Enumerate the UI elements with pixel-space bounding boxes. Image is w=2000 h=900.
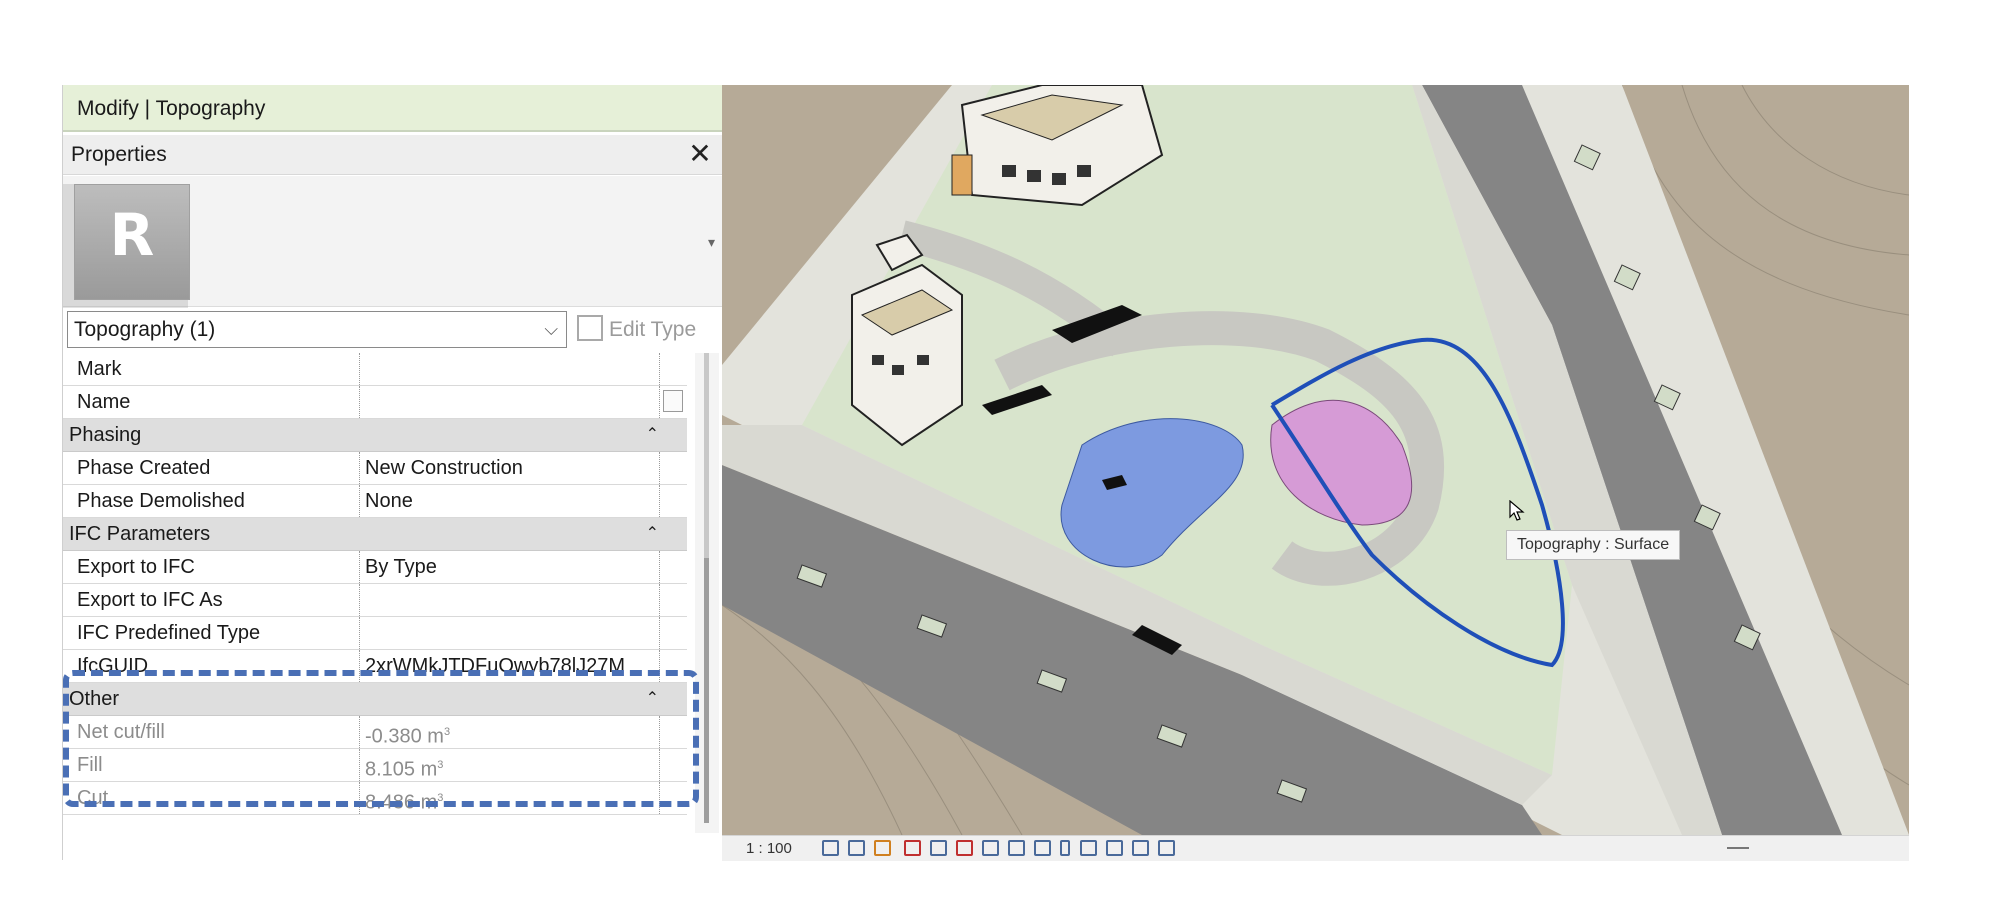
show-crop-region-icon[interactable] [982,840,999,856]
sun-path-icon[interactable] [874,840,891,856]
param-name: Name [77,391,131,413]
scrollbar[interactable] [695,353,719,833]
unit-exponent: 3 [437,792,444,804]
properties-title: Properties [71,143,167,166]
ribbon-context-title: Modify | Topography [63,85,723,132]
chevron-down-icon: ⌵ [544,319,558,339]
view-control-bar: 1 : 100 [722,835,1909,861]
edit-type-icon [577,315,603,342]
group-header-ifc[interactable]: IFC Parameters ⌃ [63,518,687,551]
table-row[interactable]: IfcGUID 2xrWMkJTDFuQwyb78lJ27M [63,650,687,683]
param-name: Export to IFC [77,556,195,578]
rendering-icon[interactable] [930,840,947,856]
3d-view-canvas[interactable]: Topography : Surface [722,85,1909,835]
reveal-constraints-icon[interactable] [1132,840,1149,856]
site-model-drawing [722,85,1909,835]
param-value: 8.105 m3 [365,749,443,786]
close-icon[interactable]: ✕ [685,139,715,169]
param-value[interactable]: By Type [365,551,437,583]
properties-panel: Modify | Topography Properties ✕ R ▾ Top… [62,85,724,860]
table-row[interactable]: Export to IFC By Type [63,551,687,584]
param-value[interactable]: New Construction [365,452,523,484]
worksharing-display-icon[interactable] [1158,840,1175,856]
edit-type-button[interactable]: Edit Type [577,311,723,348]
param-name: Phase Created [77,457,211,479]
table-row[interactable]: Export to IFC As [63,584,687,617]
group-title: IFC Parameters [69,523,211,545]
type-selector-dropdown[interactable]: Topography (1) ⌵ [67,311,567,348]
properties-table: Mark Name Phasing ⌃ Phase Created New Co… [63,353,687,815]
highlight-displacement-icon[interactable] [1106,840,1123,856]
reveal-hidden-icon[interactable] [1060,840,1070,856]
param-name: IfcGUID [77,655,149,677]
group-title: Phasing [69,424,142,446]
param-name: Cut [77,787,109,809]
chevron-down-icon[interactable]: ▾ [708,234,715,251]
table-row[interactable]: Phase Created New Construction [63,452,687,485]
table-row[interactable]: Phase Demolished None [63,485,687,518]
group-title: Other [69,688,120,710]
visual-style-icon[interactable] [848,840,865,856]
param-value[interactable]: None [365,485,413,517]
element-tooltip: Topography : Surface [1506,530,1681,560]
browse-button[interactable] [663,390,683,412]
crop-view-icon[interactable] [956,840,973,856]
param-value: 8.486 m3 [365,782,443,819]
table-row: Cut 8.486 m3 [63,782,687,815]
detail-level-icon[interactable] [822,840,839,856]
value-text: 8.105 m [365,758,438,781]
group-header-other[interactable]: Other ⌃ [63,683,687,716]
table-row[interactable]: Name [63,386,687,419]
view-bar-separator [1727,847,1749,849]
revit-logo: R [74,184,190,300]
scroll-thumb[interactable] [704,558,709,823]
edit-type-label: Edit Type [609,318,697,341]
shadows-icon[interactable] [904,840,921,856]
value-text: -0.380 m [365,725,444,748]
group-header-phasing[interactable]: Phasing ⌃ [63,419,687,452]
unit-exponent: 3 [443,726,451,738]
param-name: Net cut/fill [77,721,165,743]
param-name: Mark [77,358,122,380]
temporary-hide-icon[interactable] [1034,840,1051,856]
collapse-icon[interactable]: ⌃ [646,518,659,550]
collapse-icon[interactable]: ⌃ [646,683,659,715]
param-value[interactable]: 2xrWMkJTDFuQwyb78lJ27M [365,650,625,682]
param-name: Phase Demolished [77,490,245,512]
analytical-model-icon[interactable] [1080,840,1097,856]
type-selector-value: Topography (1) [74,318,216,341]
table-row[interactable]: IFC Predefined Type [63,617,687,650]
lock-3d-view-icon[interactable] [1008,840,1025,856]
param-value: -0.380 m3 [365,716,450,753]
param-name: IFC Predefined Type [77,622,261,644]
collapse-icon[interactable]: ⌃ [646,419,659,451]
unit-exponent: 3 [437,759,444,771]
table-row[interactable]: Mark [63,353,687,386]
view-scale[interactable]: 1 : 100 [746,836,792,861]
param-name: Fill [77,754,103,776]
properties-header: Properties ✕ [63,135,723,175]
table-row: Net cut/fill -0.380 m3 [63,716,687,749]
table-row: Fill 8.105 m3 [63,749,687,782]
value-text: 8.486 m [365,791,438,814]
param-name: Export to IFC As [77,589,223,611]
type-preview: R ▾ [63,176,723,308]
